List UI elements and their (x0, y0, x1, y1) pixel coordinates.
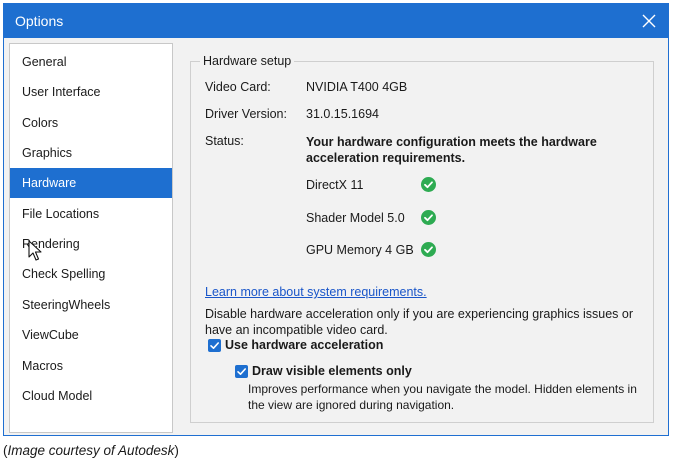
sidebar-item-graphics[interactable]: Graphics (10, 138, 172, 168)
driver-version-value: 31.0.15.1694 (306, 107, 379, 121)
checkmark-icon (237, 368, 246, 375)
sidebar-item-cloud-model[interactable]: Cloud Model (10, 381, 172, 411)
status-label: Status: (205, 134, 244, 148)
video-card-value: NVIDIA T400 4GB (306, 80, 408, 94)
options-dialog: Options General User Interface Colors Gr… (3, 3, 669, 436)
sidebar-item-steeringwheels[interactable]: SteeringWheels (10, 290, 172, 320)
video-card-label: Video Card: (205, 80, 271, 94)
dialog-title: Options (15, 13, 64, 29)
use-hw-accel-label[interactable]: Use hardware acceleration (225, 338, 383, 352)
sidebar-item-colors[interactable]: Colors (10, 108, 172, 138)
group-title: Hardware setup (200, 54, 295, 68)
sidebar-item-check-spelling[interactable]: Check Spelling (10, 259, 172, 289)
check-circle-icon (421, 210, 436, 225)
category-list: General User Interface Colors Graphics H… (9, 43, 173, 433)
checkmark-icon (210, 342, 219, 349)
title-bar: Options (4, 4, 668, 38)
sidebar-item-general[interactable]: General (10, 47, 172, 77)
sidebar-item-viewcube[interactable]: ViewCube (10, 320, 172, 350)
driver-version-label: Driver Version: (205, 107, 287, 121)
gpu-memory-label: GPU Memory 4 GB (306, 243, 414, 257)
directx-label: DirectX 11 (306, 178, 364, 192)
close-button[interactable] (636, 8, 662, 34)
image-caption: (Image courtesy of Autodesk) (3, 443, 179, 458)
close-icon (642, 14, 656, 28)
draw-visible-checkbox[interactable] (235, 365, 248, 378)
learn-more-link[interactable]: Learn more about system requirements. (205, 285, 427, 299)
sidebar-item-user-interface[interactable]: User Interface (10, 77, 172, 107)
status-message: Your hardware configuration meets the ha… (306, 135, 597, 165)
draw-visible-label[interactable]: Draw visible elements only (252, 364, 412, 378)
disable-info-text: Disable hardware acceleration only if yo… (205, 307, 634, 337)
sidebar-item-hardware[interactable]: Hardware (10, 168, 172, 198)
use-hw-accel-checkbox[interactable] (208, 339, 221, 352)
check-circle-icon (421, 242, 436, 257)
check-circle-icon (421, 177, 436, 192)
sidebar-item-macros[interactable]: Macros (10, 351, 172, 381)
hardware-panel: Hardware setup Video Card: NVIDIA T400 4… (178, 43, 664, 433)
draw-visible-description: Improves performance when you navigate t… (248, 382, 637, 412)
mouse-cursor-icon (28, 240, 42, 261)
shader-model-label: Shader Model 5.0 (306, 211, 405, 225)
sidebar-item-file-locations[interactable]: File Locations (10, 199, 172, 229)
